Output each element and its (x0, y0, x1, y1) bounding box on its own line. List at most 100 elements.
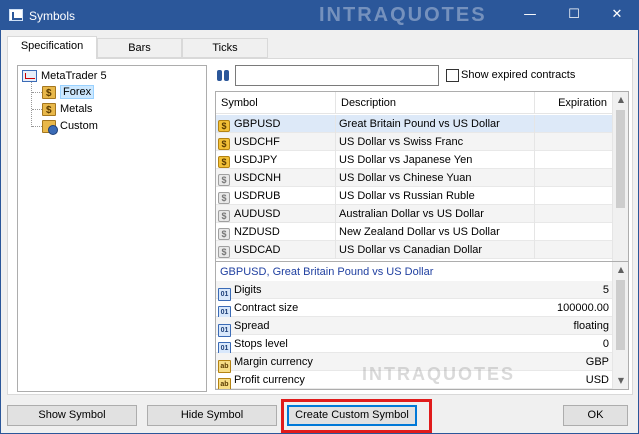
column-header-symbol[interactable]: Symbol (216, 92, 336, 114)
tree-item-metatrader5[interactable]: MetaTrader 5 (22, 68, 107, 84)
terminal-icon (22, 70, 37, 83)
table-row[interactable]: $ AUDUSD Australian Dollar vs US Dollar (216, 205, 613, 223)
show-symbol-button[interactable]: Show Symbol (7, 405, 137, 426)
table-row[interactable]: $ USDRUB US Dollar vs Russian Ruble (216, 187, 613, 205)
folder-gear-icon (42, 119, 58, 135)
tab-ticks[interactable]: Ticks (182, 38, 268, 58)
scroll-down-icon[interactable]: ▼ (613, 373, 628, 389)
watermark: INTRAQUOTES (362, 364, 516, 384)
window-title: Symbols (29, 9, 76, 23)
symbol-name: USDCNH (234, 172, 282, 184)
cell-symbol: $ GBPUSD (216, 115, 336, 133)
cell-description: US Dollar vs Russian Ruble (336, 187, 535, 205)
table-row[interactable]: $ USDCNH US Dollar vs Chinese Yuan (216, 169, 613, 187)
hide-symbol-button[interactable]: Hide Symbol (147, 405, 277, 426)
folder-dollar-icon (42, 85, 56, 102)
property-value: floating (573, 320, 609, 332)
column-header-expiration[interactable]: Expiration (535, 92, 613, 114)
cell-description: US Dollar vs Canadian Dollar (336, 241, 535, 259)
property-name: Margin currency (234, 356, 313, 368)
table-row[interactable]: $ USDJPY US Dollar vs Japanese Yen (216, 151, 613, 169)
cell-expiration (535, 223, 613, 241)
symbol-properties: GBPUSD, Great Britain Pound vs US Dollar… (215, 261, 629, 390)
column-header-description[interactable]: Description (336, 92, 535, 114)
specification-panel: MetaTrader 5 Forex Metals Custom Show ex… (7, 58, 633, 395)
minimize-icon[interactable]: — (509, 1, 551, 30)
cell-symbol: $ USDCNH (216, 169, 336, 187)
tab-bars[interactable]: Bars (97, 38, 182, 58)
table-row[interactable]: $ GBPUSD Great Britain Pound vs US Dollar (216, 115, 613, 133)
symbol-name: AUDUSD (234, 208, 281, 220)
property-name-cell: 01 Contract size (216, 299, 436, 319)
properties-description: Great Britain Pound vs US Dollar (272, 266, 434, 278)
property-row[interactable]: 01 Spread floating (216, 317, 613, 337)
inactive-symbol-icon: $ (218, 228, 230, 240)
maximize-icon[interactable]: ☐ (553, 1, 595, 30)
active-symbol-icon: $ (218, 138, 230, 150)
properties-symbol: GBPUSD, (220, 266, 270, 278)
symbols-dialog: Symbols INTRAQUOTES — ☐ ✕ Specification … (0, 0, 639, 434)
cell-symbol: $ USDCHF (216, 133, 336, 151)
inactive-symbol-icon: $ (218, 210, 230, 222)
active-symbol-icon: $ (218, 156, 230, 168)
symbol-name: USDCHF (234, 136, 280, 148)
table-row[interactable]: $ NZDUSD New Zealand Dollar vs US Dollar (216, 223, 613, 241)
property-name: Profit currency (234, 374, 305, 386)
property-name: Spread (234, 320, 270, 332)
property-name-cell: 01 Spread (216, 317, 436, 337)
show-expired-label: Show expired contracts (461, 69, 576, 81)
table-row[interactable]: $ USDCHF US Dollar vs Swiss Franc (216, 133, 613, 151)
property-name: Digits (234, 284, 262, 296)
symbol-name: USDJPY (234, 154, 278, 166)
cell-expiration (535, 151, 613, 169)
cell-expiration (535, 133, 613, 151)
table-row[interactable]: $ USDCAD US Dollar vs Canadian Dollar (216, 241, 613, 259)
cell-symbol: $ USDRUB (216, 187, 336, 205)
scroll-up-icon[interactable]: ▲ (613, 262, 628, 278)
cell-description: New Zealand Dollar vs US Dollar (336, 223, 535, 241)
cell-description: US Dollar vs Japanese Yen (336, 151, 535, 169)
cell-expiration (535, 241, 613, 259)
properties-header: GBPUSD, Great Britain Pound vs US Dollar (220, 264, 433, 281)
cell-expiration (535, 205, 613, 223)
tree-item-label: Forex (60, 85, 95, 99)
show-expired-checkbox[interactable] (446, 68, 459, 82)
highlight-annotation (281, 399, 432, 433)
property-name-cell: 01 Digits (216, 281, 436, 301)
close-icon[interactable]: ✕ (596, 1, 638, 30)
title-bar[interactable]: Symbols INTRAQUOTES — ☐ ✕ (1, 1, 638, 30)
ok-button[interactable]: OK (563, 405, 628, 426)
tree-item-label: MetaTrader 5 (41, 70, 107, 82)
tree-item-label: Metals (60, 103, 93, 115)
tree-item-custom[interactable]: Custom (42, 118, 98, 135)
symbol-name: NZDUSD (234, 226, 280, 238)
watermark: INTRAQUOTES (319, 4, 487, 26)
cell-description: Great Britain Pound vs US Dollar (336, 115, 535, 133)
symbol-search-input[interactable] (235, 65, 439, 86)
active-symbol-icon: $ (218, 120, 230, 132)
binoculars-icon[interactable] (216, 69, 230, 83)
scroll-thumb[interactable] (616, 280, 625, 350)
property-value: 100000.00 (557, 302, 609, 314)
cell-expiration (535, 169, 613, 187)
symbol-tree[interactable]: MetaTrader 5 Forex Metals Custom (17, 65, 207, 392)
cell-description: US Dollar vs Chinese Yuan (336, 169, 535, 187)
tab-specification[interactable]: Specification (7, 36, 97, 59)
app-icon (9, 9, 23, 21)
symbol-name: USDCAD (234, 244, 281, 256)
cell-symbol: $ USDCAD (216, 241, 336, 259)
inactive-symbol-icon: $ (218, 246, 230, 258)
property-row[interactable]: 01 Digits 5 (216, 281, 613, 301)
property-row[interactable]: 01 Contract size 100000.00 (216, 299, 613, 319)
cell-symbol: $ AUDUSD (216, 205, 336, 223)
tree-item-forex[interactable]: Forex (42, 84, 95, 102)
cell-expiration (535, 187, 613, 205)
tree-item-label: Custom (60, 120, 98, 132)
show-expired-option[interactable]: Show expired contracts (446, 68, 575, 82)
scroll-up-icon[interactable]: ▲ (613, 92, 628, 108)
cell-symbol: $ NZDUSD (216, 223, 336, 241)
property-row[interactable]: 01 Stops level 0 (216, 335, 613, 355)
tree-item-metals[interactable]: Metals (42, 101, 93, 119)
properties-scrollbar[interactable]: ▲ ▼ (612, 262, 628, 389)
scroll-thumb[interactable] (616, 110, 625, 208)
